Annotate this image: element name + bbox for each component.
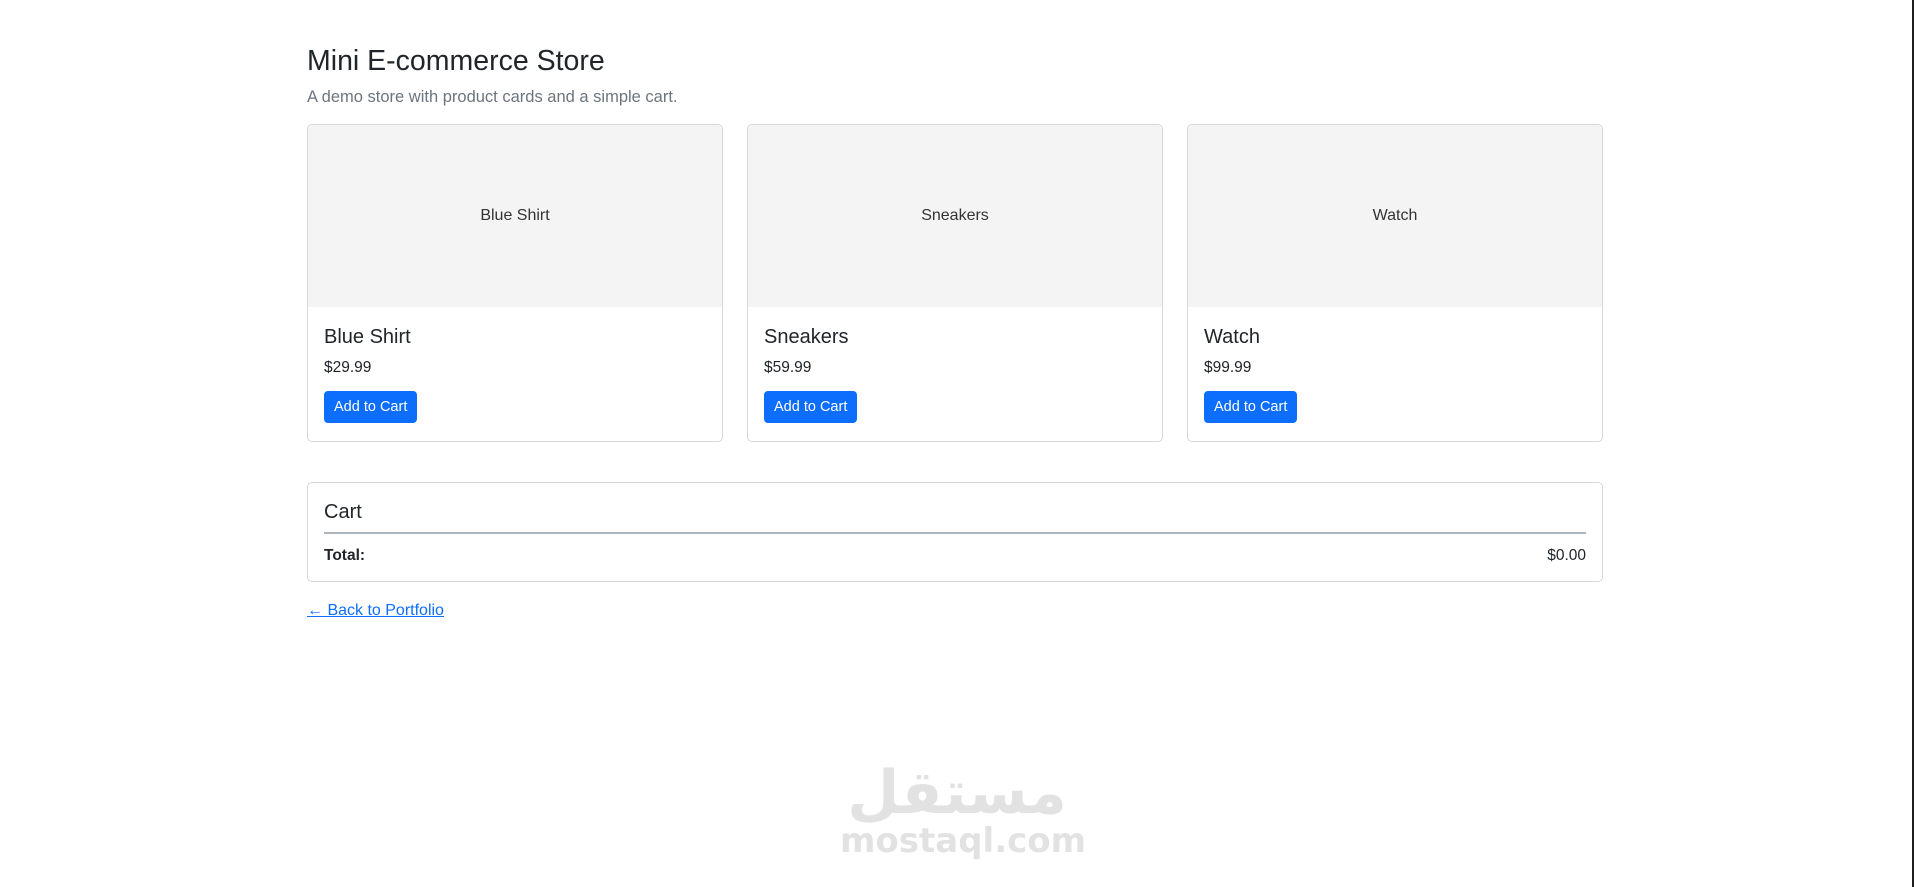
product-price: $29.99 xyxy=(324,359,372,376)
cart-total-label: Total: xyxy=(324,547,366,564)
cart-title: Cart xyxy=(324,501,362,523)
watermark-latin-text: mostaql.com xyxy=(840,821,1087,861)
page-title: Mini E-commerce Store xyxy=(307,45,605,77)
page-subtitle: A demo store with product cards and a si… xyxy=(307,88,678,106)
product-grid: Blue Shirt Blue Shirt $29.99 Add to Cart… xyxy=(307,124,1603,442)
product-card-body: Blue Shirt $29.99 Add to Cart xyxy=(308,307,722,423)
product-card-body: Watch $99.99 Add to Cart xyxy=(1188,307,1602,423)
product-name: Blue Shirt xyxy=(324,326,411,348)
product-card-sneakers: Sneakers Sneakers $59.99 Add to Cart xyxy=(747,124,1163,442)
cart-total-value: $0.00 xyxy=(1547,547,1586,564)
product-name: Watch xyxy=(1204,326,1260,348)
product-card-blue-shirt: Blue Shirt Blue Shirt $29.99 Add to Cart xyxy=(307,124,723,442)
product-image-placeholder: Blue Shirt xyxy=(308,125,722,307)
product-price: $99.99 xyxy=(1204,359,1252,376)
add-to-cart-button-blue-shirt[interactable]: Add to Cart xyxy=(324,391,418,423)
add-to-cart-button-sneakers[interactable]: Add to Cart xyxy=(764,391,858,423)
product-price: $59.99 xyxy=(764,359,812,376)
cart-divider xyxy=(324,532,1586,534)
store-container: Mini E-commerce Store A demo store with … xyxy=(307,0,1603,619)
product-image-placeholder: Sneakers xyxy=(748,125,1162,307)
back-to-portfolio-link[interactable]: ← Back to Portfolio xyxy=(307,601,444,621)
watermark-arabic-text: مستقل xyxy=(847,758,1067,828)
product-image-placeholder: Watch xyxy=(1188,125,1602,307)
product-card-body: Sneakers $59.99 Add to Cart xyxy=(748,307,1162,423)
mostaql-watermark-logo: مستقل mostaql.com xyxy=(840,758,1087,870)
add-to-cart-button-watch[interactable]: Add to Cart xyxy=(1204,391,1298,423)
page: Mini E-commerce Store A demo store with … xyxy=(0,0,1914,887)
cart-panel: Cart Total: $0.00 xyxy=(307,482,1603,582)
product-name: Sneakers xyxy=(764,326,849,348)
product-card-watch: Watch Watch $99.99 Add to Cart xyxy=(1187,124,1603,442)
cart-total-row: Total: $0.00 xyxy=(324,546,1586,565)
